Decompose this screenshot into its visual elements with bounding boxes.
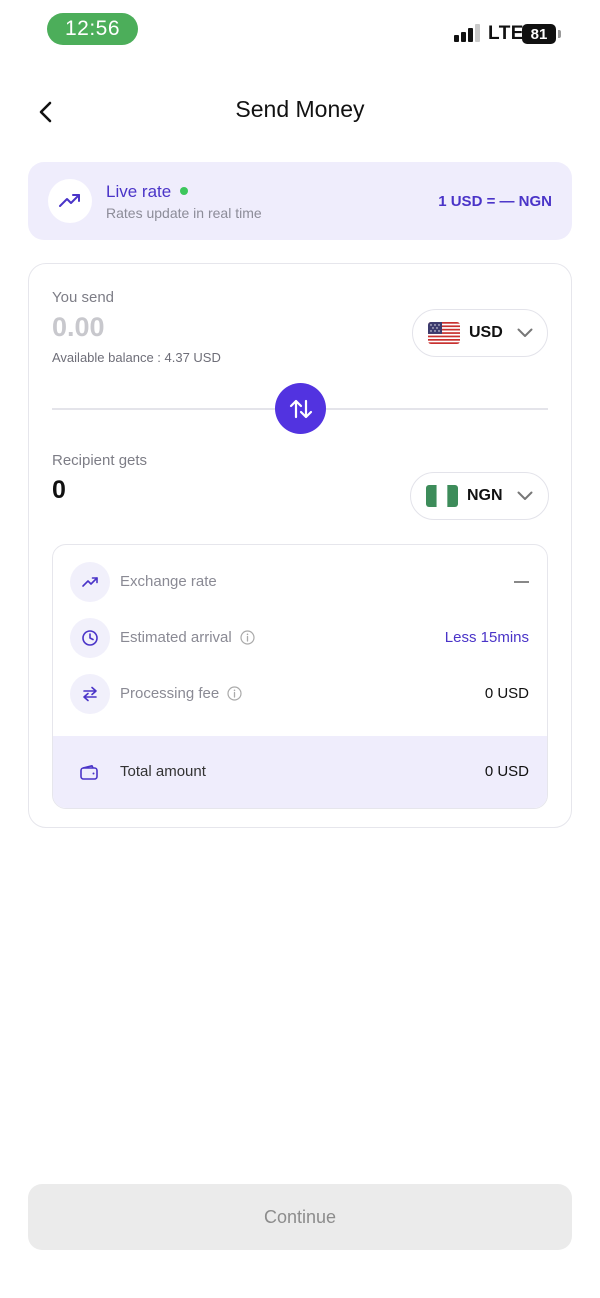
chevron-down-icon	[517, 328, 533, 338]
swap-currency-button[interactable]	[275, 383, 326, 434]
total-amount-label: Total amount	[120, 763, 206, 780]
status-time: 12:56	[47, 13, 138, 45]
you-send-label: You send	[52, 289, 115, 306]
total-amount-row: Total amount 0 USD	[53, 736, 547, 808]
estimated-arrival-row: Estimated arrival Less 15mins	[53, 618, 547, 658]
clock-icon	[70, 618, 110, 658]
transfer-details: Exchange rate — Estimated arrival Less 1…	[52, 544, 548, 809]
trending-up-icon	[48, 179, 92, 223]
continue-button[interactable]: Continue	[28, 1184, 572, 1250]
processing-fee-label: Processing fee	[120, 685, 242, 702]
page-title: Send Money	[235, 96, 365, 122]
receive-currency-code: NGN	[467, 487, 503, 504]
receive-currency-selector[interactable]: NGN	[410, 472, 549, 520]
swap-vertical-icon	[289, 399, 312, 418]
estimated-arrival-value: Less 15mins	[444, 629, 529, 646]
transfer-card: You send 0.00 Available balance : 4.37 U…	[28, 263, 572, 828]
exchange-rate-row: Exchange rate —	[53, 562, 547, 602]
live-rate-subtitle: Rates update in real time	[106, 205, 262, 221]
send-amount-input[interactable]: 0.00	[52, 312, 105, 343]
send-currency-code: USD	[469, 324, 503, 341]
recipient-amount: 0	[52, 476, 66, 504]
live-indicator-dot	[180, 187, 188, 195]
exchange-rate-detail-value: —	[514, 573, 529, 590]
processing-fee-row: Processing fee 0 USD	[53, 674, 547, 714]
processing-fee-value: 0 USD	[484, 685, 529, 702]
trending-up-icon	[70, 562, 110, 602]
wallet-icon	[78, 762, 100, 784]
live-rate-title: Live rate	[106, 182, 172, 201]
battery-icon: 81	[522, 24, 562, 44]
battery-level: 81	[522, 24, 556, 44]
processing-fee-text: Processing fee	[120, 685, 220, 702]
us-flag-icon	[428, 322, 460, 344]
chevron-down-icon	[517, 491, 533, 501]
estimated-arrival-label: Estimated arrival	[120, 629, 255, 646]
exchange-rate-value: 1 USD = — NGN	[438, 193, 552, 210]
estimated-arrival-text: Estimated arrival	[120, 629, 232, 646]
send-currency-selector[interactable]: USD	[412, 309, 548, 357]
recipient-gets-label: Recipient gets	[52, 452, 148, 469]
info-icon[interactable]	[227, 686, 242, 701]
total-amount-value: 0 USD	[484, 763, 529, 780]
arrows-left-right-icon	[70, 674, 110, 714]
signal-icon	[454, 24, 482, 42]
ng-flag-icon	[426, 485, 458, 507]
live-rate-banner: Live rate Rates update in real time 1 US…	[28, 162, 572, 240]
available-balance: Available balance : 4.37 USD	[52, 350, 221, 365]
exchange-rate-label: Exchange rate	[120, 573, 217, 590]
network-label: LTE	[488, 23, 524, 44]
info-icon[interactable]	[240, 630, 255, 645]
status-bar: 12:56 LTE 81	[0, 0, 600, 60]
